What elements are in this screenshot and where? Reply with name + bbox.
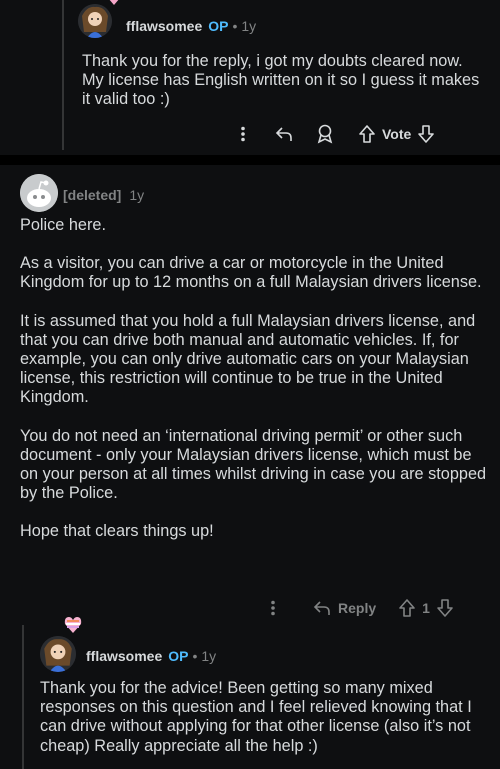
comment-age: 1y	[241, 18, 257, 34]
op-badge: OP	[208, 18, 229, 34]
vote-label: Vote	[382, 126, 412, 142]
more-options-icon[interactable]	[240, 126, 246, 142]
avatar-icon	[78, 4, 112, 38]
thread-line	[62, 0, 64, 150]
downvote-button[interactable]	[417, 124, 435, 144]
avatar-icon	[40, 636, 76, 672]
comment-age: 1y	[129, 187, 145, 203]
deleted-user-avatar	[20, 174, 58, 212]
pride-heart-icon	[64, 616, 82, 634]
comment-text: Thank you for the advice! Been getting s…	[40, 679, 472, 755]
upvote-button[interactable]	[358, 124, 376, 144]
author-name[interactable]: fflawsomee	[86, 648, 162, 664]
comment-paragraph: Hope that clears things up!	[20, 522, 214, 541]
author-name[interactable]: fflawsomee	[126, 18, 202, 34]
comment-age: 1y	[201, 648, 217, 664]
reply-label: Reply	[338, 600, 377, 616]
reply-icon	[313, 601, 330, 615]
comment-paragraph: As a visitor, you can drive a car or mot…	[20, 254, 482, 292]
comment-actions: Vote	[240, 124, 435, 144]
award-icon[interactable]	[316, 124, 334, 144]
more-options-icon[interactable]	[270, 600, 276, 616]
comment-paragraph: Police here.	[20, 216, 106, 234]
comment-text: Thank you for the reply, i got my doubts…	[82, 52, 480, 109]
user-avatar[interactable]	[78, 4, 112, 38]
reply-button[interactable]: Reply	[312, 599, 376, 617]
separator-dot: •	[192, 648, 198, 664]
upvote-icon	[359, 125, 375, 143]
snoo-icon	[20, 174, 58, 212]
comment-meta: fflawsomee OP • 1y	[126, 18, 256, 34]
comment-meta: [deleted] 1y	[63, 187, 144, 203]
downvote-button[interactable]	[436, 598, 454, 618]
upvote-button[interactable]	[398, 598, 416, 618]
comment-body: Police here. As a visitor, you can drive…	[20, 216, 488, 542]
author-name: [deleted]	[63, 187, 122, 203]
pride-heart-icon	[107, 0, 121, 6]
downvote-icon	[418, 125, 435, 143]
thread-line	[22, 625, 24, 769]
reply-icon[interactable]	[274, 125, 294, 143]
comment-meta: fflawsomee OP • 1y	[86, 648, 216, 664]
user-avatar[interactable]	[40, 636, 76, 672]
comment-actions: Reply 1	[270, 598, 454, 618]
comment-body: Thank you for the reply, i got my doubts…	[82, 52, 487, 110]
separator-dot: •	[232, 18, 238, 34]
downvote-icon	[437, 599, 453, 617]
comment-paragraph: You do not need an ‘international drivin…	[20, 426, 487, 503]
comment-separator	[0, 155, 500, 165]
op-badge: OP	[168, 648, 189, 664]
comment-body: Thank you for the advice! Been getting s…	[40, 679, 490, 756]
upvote-icon	[399, 599, 415, 617]
comment-paragraph: It is assumed that you hold a full Malay…	[20, 311, 476, 407]
vote-count: 1	[422, 600, 430, 616]
